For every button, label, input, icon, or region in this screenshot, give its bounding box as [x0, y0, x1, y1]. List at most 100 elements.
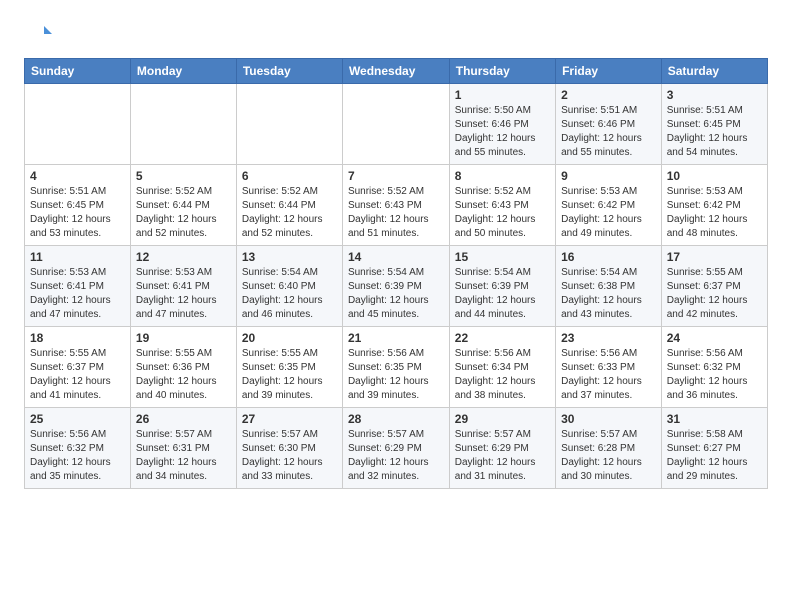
day-number: 2 [561, 88, 656, 102]
day-number: 12 [136, 250, 231, 264]
calendar-cell [130, 84, 236, 165]
logo-icon [24, 20, 52, 48]
day-info: Sunrise: 5:52 AM Sunset: 6:44 PM Dayligh… [136, 185, 231, 241]
day-number: 9 [561, 169, 656, 183]
calendar-cell: 15Sunrise: 5:54 AM Sunset: 6:39 PM Dayli… [449, 246, 555, 327]
calendar-cell: 6 Sunrise: 5:52 AM Sunset: 6:44 PM Daylig… [236, 165, 342, 246]
week-row-2: 4 Sunrise: 5:51 AM Sunset: 6:45 PM Daylig… [25, 165, 768, 246]
weekday-header-sunday: Sunday [25, 59, 131, 84]
calendar-cell: 27 Sunrise: 5:57 AM Sunset: 6:30 PM Dayli… [236, 408, 342, 489]
day-info: Sunrise: 5:53 AM Sunset: 6:41 PM Dayligh… [30, 266, 125, 322]
calendar-cell: 16Sunrise: 5:54 AM Sunset: 6:38 PM Dayli… [556, 246, 662, 327]
day-number: 7 [348, 169, 444, 183]
day-number: 24 [667, 331, 762, 345]
page-header [24, 20, 768, 48]
day-number: 8 [455, 169, 550, 183]
calendar-cell: 2 Sunrise: 5:51 AM Sunset: 6:46 PM Daylig… [556, 84, 662, 165]
calendar-cell: 24 Sunrise: 5:56 AM Sunset: 6:32 PM Dayli… [661, 327, 767, 408]
calendar-cell: 8 Sunrise: 5:52 AM Sunset: 6:43 PM Daylig… [449, 165, 555, 246]
calendar-cell: 21 Sunrise: 5:56 AM Sunset: 6:35 PM Dayli… [342, 327, 449, 408]
week-row-5: 25 Sunrise: 5:56 AM Sunset: 6:32 PM Dayli… [25, 408, 768, 489]
weekday-header-row: SundayMondayTuesdayWednesdayThursdayFrid… [25, 59, 768, 84]
calendar-table: SundayMondayTuesdayWednesdayThursdayFrid… [24, 58, 768, 489]
day-number: 20 [242, 331, 337, 345]
day-number: 21 [348, 331, 444, 345]
day-info: Sunrise: 5:57 AM Sunset: 6:29 PM Dayligh… [348, 428, 444, 484]
calendar-cell: 29 Sunrise: 5:57 AM Sunset: 6:29 PM Dayli… [449, 408, 555, 489]
calendar-cell: 26Sunrise: 5:57 AM Sunset: 6:31 PM Dayli… [130, 408, 236, 489]
weekday-header-thursday: Thursday [449, 59, 555, 84]
weekday-header-friday: Friday [556, 59, 662, 84]
day-info: Sunrise: 5:57 AM Sunset: 6:28 PM Dayligh… [561, 428, 656, 484]
calendar-cell [25, 84, 131, 165]
day-info: Sunrise: 5:50 AM Sunset: 6:46 PM Dayligh… [455, 104, 550, 160]
day-info: Sunrise: 5:54 AM Sunset: 6:39 PM Dayligh… [348, 266, 444, 322]
day-info: Sunrise: 5:57 AM Sunset: 6:29 PM Dayligh… [455, 428, 550, 484]
day-number: 23 [561, 331, 656, 345]
calendar-cell: 7 Sunrise: 5:52 AM Sunset: 6:43 PM Daylig… [342, 165, 449, 246]
day-info: Sunrise: 5:52 AM Sunset: 6:43 PM Dayligh… [455, 185, 550, 241]
day-number: 6 [242, 169, 337, 183]
calendar-body: 1 Sunrise: 5:50 AM Sunset: 6:46 PM Daylig… [25, 84, 768, 489]
day-info: Sunrise: 5:52 AM Sunset: 6:44 PM Dayligh… [242, 185, 337, 241]
day-number: 5 [136, 169, 231, 183]
day-number: 27 [242, 412, 337, 426]
day-number: 4 [30, 169, 125, 183]
day-info: Sunrise: 5:57 AM Sunset: 6:30 PM Dayligh… [242, 428, 337, 484]
day-number: 16 [561, 250, 656, 264]
day-number: 22 [455, 331, 550, 345]
day-number: 1 [455, 88, 550, 102]
day-info: Sunrise: 5:56 AM Sunset: 6:32 PM Dayligh… [667, 347, 762, 403]
weekday-header-saturday: Saturday [661, 59, 767, 84]
calendar-cell: 4 Sunrise: 5:51 AM Sunset: 6:45 PM Daylig… [25, 165, 131, 246]
day-info: Sunrise: 5:55 AM Sunset: 6:37 PM Dayligh… [667, 266, 762, 322]
calendar-cell: 18 Sunrise: 5:55 AM Sunset: 6:37 PM Dayli… [25, 327, 131, 408]
day-number: 14 [348, 250, 444, 264]
day-number: 25 [30, 412, 125, 426]
calendar-cell: 30Sunrise: 5:57 AM Sunset: 6:28 PM Dayli… [556, 408, 662, 489]
day-number: 10 [667, 169, 762, 183]
day-info: Sunrise: 5:56 AM Sunset: 6:32 PM Dayligh… [30, 428, 125, 484]
day-info: Sunrise: 5:54 AM Sunset: 6:39 PM Dayligh… [455, 266, 550, 322]
logo [24, 20, 56, 48]
calendar-cell: 25 Sunrise: 5:56 AM Sunset: 6:32 PM Dayli… [25, 408, 131, 489]
day-number: 11 [30, 250, 125, 264]
day-info: Sunrise: 5:51 AM Sunset: 6:45 PM Dayligh… [30, 185, 125, 241]
calendar-cell: 5 Sunrise: 5:52 AM Sunset: 6:44 PM Daylig… [130, 165, 236, 246]
day-number: 18 [30, 331, 125, 345]
week-row-1: 1 Sunrise: 5:50 AM Sunset: 6:46 PM Daylig… [25, 84, 768, 165]
calendar-cell: 9Sunrise: 5:53 AM Sunset: 6:42 PM Daylig… [556, 165, 662, 246]
day-info: Sunrise: 5:51 AM Sunset: 6:45 PM Dayligh… [667, 104, 762, 160]
day-number: 3 [667, 88, 762, 102]
day-number: 17 [667, 250, 762, 264]
day-info: Sunrise: 5:51 AM Sunset: 6:46 PM Dayligh… [561, 104, 656, 160]
day-info: Sunrise: 5:55 AM Sunset: 6:37 PM Dayligh… [30, 347, 125, 403]
day-info: Sunrise: 5:56 AM Sunset: 6:33 PM Dayligh… [561, 347, 656, 403]
weekday-header-tuesday: Tuesday [236, 59, 342, 84]
calendar-cell: 13 Sunrise: 5:54 AM Sunset: 6:40 PM Dayli… [236, 246, 342, 327]
calendar-cell: 3 Sunrise: 5:51 AM Sunset: 6:45 PM Daylig… [661, 84, 767, 165]
calendar-cell [342, 84, 449, 165]
day-info: Sunrise: 5:56 AM Sunset: 6:35 PM Dayligh… [348, 347, 444, 403]
day-info: Sunrise: 5:54 AM Sunset: 6:40 PM Dayligh… [242, 266, 337, 322]
calendar-cell: 19Sunrise: 5:55 AM Sunset: 6:36 PM Dayli… [130, 327, 236, 408]
calendar-cell: 23 Sunrise: 5:56 AM Sunset: 6:33 PM Dayli… [556, 327, 662, 408]
day-number: 13 [242, 250, 337, 264]
calendar-cell: 11 Sunrise: 5:53 AM Sunset: 6:41 PM Dayli… [25, 246, 131, 327]
day-number: 29 [455, 412, 550, 426]
day-info: Sunrise: 5:52 AM Sunset: 6:43 PM Dayligh… [348, 185, 444, 241]
week-row-3: 11 Sunrise: 5:53 AM Sunset: 6:41 PM Dayli… [25, 246, 768, 327]
day-info: Sunrise: 5:55 AM Sunset: 6:36 PM Dayligh… [136, 347, 231, 403]
calendar-cell: 10 Sunrise: 5:53 AM Sunset: 6:42 PM Dayli… [661, 165, 767, 246]
calendar-header: SundayMondayTuesdayWednesdayThursdayFrid… [25, 59, 768, 84]
calendar-cell: 20 Sunrise: 5:55 AM Sunset: 6:35 PM Dayli… [236, 327, 342, 408]
day-info: Sunrise: 5:53 AM Sunset: 6:42 PM Dayligh… [667, 185, 762, 241]
calendar-cell: 31Sunrise: 5:58 AM Sunset: 6:27 PM Dayli… [661, 408, 767, 489]
calendar-cell: 17 Sunrise: 5:55 AM Sunset: 6:37 PM Dayli… [661, 246, 767, 327]
calendar-cell: 12Sunrise: 5:53 AM Sunset: 6:41 PM Dayli… [130, 246, 236, 327]
calendar-cell: 1 Sunrise: 5:50 AM Sunset: 6:46 PM Daylig… [449, 84, 555, 165]
weekday-header-monday: Monday [130, 59, 236, 84]
day-info: Sunrise: 5:55 AM Sunset: 6:35 PM Dayligh… [242, 347, 337, 403]
day-number: 31 [667, 412, 762, 426]
calendar-cell [236, 84, 342, 165]
